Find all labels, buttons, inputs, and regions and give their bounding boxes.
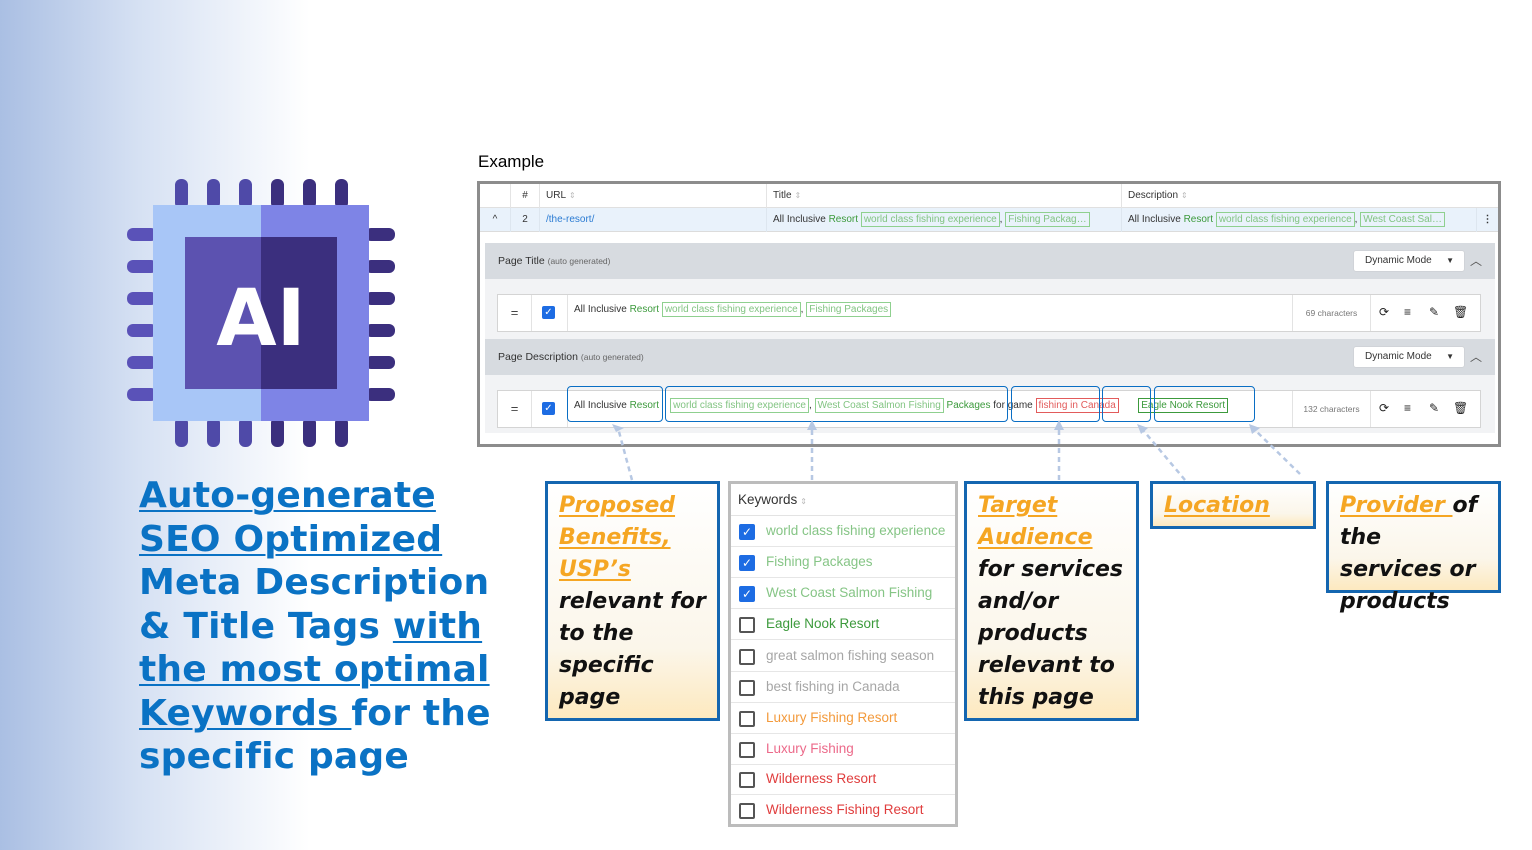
col-title[interactable]: Title ⇕	[766, 184, 1121, 208]
location-callout: Location	[1150, 481, 1316, 529]
audience-callout: Target Audience for services and/or prod…	[964, 481, 1139, 721]
row-collapse-icon[interactable]: ^	[480, 208, 510, 232]
ai-chip-icon: AI	[127, 179, 395, 447]
caret-down-icon: ▼	[1446, 352, 1454, 361]
keyword-row[interactable]: best fishing in Canada	[731, 672, 955, 703]
row-number: 2	[510, 208, 539, 232]
keyword-label: Wilderness Resort	[766, 771, 877, 786]
keyword-row[interactable]: ✓ world class fishing experience	[731, 516, 955, 547]
keyword-label: Fishing Packages	[766, 554, 873, 569]
segment-outline-location	[1102, 386, 1151, 422]
keywords-header[interactable]: Keywords ⇕	[731, 484, 955, 516]
row-menu-icon[interactable]: ⋮	[1476, 208, 1498, 232]
keyword-checkbox[interactable]	[739, 742, 755, 758]
pencil-icon[interactable]: ✎	[1429, 401, 1439, 415]
chip-logo-text: AI	[216, 274, 305, 364]
page-title-row: = ✓ All Inclusive Resort world class fis…	[497, 294, 1481, 332]
caret-down-icon: ▼	[1446, 256, 1454, 265]
keyword-label: West Coast Salmon Fishing	[766, 585, 933, 600]
keyword-label: Wilderness Fishing Resort	[766, 802, 924, 817]
title-char-count: 69 characters	[1292, 295, 1370, 331]
headline: Auto-generate SEO Optimized Meta Descrip…	[139, 474, 499, 779]
keyword-checkbox[interactable]	[739, 803, 755, 819]
description-checkbox[interactable]: ✓	[542, 402, 555, 415]
keyword-label: Eagle Nook Resort	[766, 616, 880, 631]
provider-callout: Provider of the services or products	[1326, 481, 1501, 614]
col-url[interactable]: URL ⇕	[539, 184, 766, 208]
refresh-icon[interactable]: ⟳	[1379, 305, 1389, 319]
keyword-checkbox[interactable]	[739, 617, 755, 633]
keyword-label: world class fishing experience	[766, 523, 946, 538]
keyword-checkbox[interactable]	[739, 711, 755, 727]
example-label: Example	[478, 152, 545, 171]
trash-icon[interactable]: 🗑	[1453, 305, 1468, 319]
page-title-label: Page Title (auto generated)	[498, 255, 611, 267]
keyword-checkbox[interactable]: ✓	[739, 524, 755, 540]
page-title-header: Page Title (auto generated) Dynamic Mode…	[485, 243, 1495, 279]
keyword-label: Luxury Fishing Resort	[766, 710, 898, 725]
keyword-row[interactable]: Wilderness Fishing Resort	[731, 795, 955, 826]
sort-icon[interactable]: ⇕	[1181, 184, 1188, 208]
description-actions: ⟳ ≡ ✎ 🗑	[1370, 391, 1480, 427]
benefits-callout: Proposed Benefits, USP’s relevant for to…	[545, 481, 720, 721]
trash-icon[interactable]: 🗑	[1453, 401, 1468, 415]
keyword-label: great salmon fishing season	[766, 648, 935, 663]
table-header: # URL ⇕ Title ⇕ Description ⇕	[480, 184, 1498, 208]
title-checkbox[interactable]: ✓	[542, 306, 555, 319]
headline-part-1: Auto-generate SEO Optimized	[139, 475, 443, 560]
keyword-row[interactable]: Eagle Nook Resort	[731, 609, 955, 640]
row-description: All Inclusive Resort world class fishing…	[1121, 208, 1476, 232]
keyword-row[interactable]: Luxury Fishing Resort	[731, 703, 955, 734]
keywords-panel: Keywords ⇕ ✓ world class fishing experienc…	[728, 481, 958, 827]
keyword-checkbox[interactable]	[739, 772, 755, 788]
keyword-checkbox[interactable]: ✓	[739, 555, 755, 571]
keyword-checkbox[interactable]	[739, 680, 755, 696]
drag-handle-icon[interactable]: =	[498, 295, 532, 331]
segment-outline-audience	[1011, 386, 1100, 422]
keyword-label: Luxury Fishing	[766, 741, 854, 756]
row-title: All Inclusive Resort world class fishing…	[766, 208, 1121, 232]
title-actions: ⟳ ≡ ✎ 🗑	[1370, 295, 1480, 331]
col-description[interactable]: Description ⇕	[1121, 184, 1476, 208]
keyword-row[interactable]: Wilderness Resort	[731, 764, 955, 795]
segment-outline-provider	[1154, 386, 1255, 422]
page-description-header: Page Description (auto generated) Dynami…	[485, 339, 1495, 375]
table-row[interactable]: ^ 2 /the-resort/ All Inclusive Resort wo…	[480, 208, 1498, 232]
keyword-row[interactable]: ✓ Fishing Packages	[731, 547, 955, 578]
dynamic-mode-select[interactable]: Dynamic Mode ▼	[1354, 347, 1464, 367]
keyword-row[interactable]: great salmon fishing season	[731, 641, 955, 672]
slide: AI Auto-generate SEO Optimized Meta Desc…	[0, 0, 1532, 850]
page-title-section: Page Title (auto generated) Dynamic Mode…	[485, 243, 1495, 339]
keyword-checkbox[interactable]: ✓	[739, 586, 755, 602]
keyword-label: best fishing in Canada	[766, 679, 900, 694]
refresh-icon[interactable]: ⟳	[1379, 401, 1389, 415]
page-title-text[interactable]: All Inclusive Resort world class fishing…	[567, 295, 1291, 331]
col-num: #	[510, 184, 539, 208]
sort-icon[interactable]: ⇕	[800, 486, 807, 518]
list-icon[interactable]: ≡	[1404, 401, 1411, 415]
pencil-icon[interactable]: ✎	[1429, 305, 1439, 319]
sort-icon[interactable]: ⇕	[569, 184, 576, 208]
page-description-label: Page Description (auto generated)	[498, 351, 644, 363]
keyword-row[interactable]: ✓ West Coast Salmon Fishing	[731, 578, 955, 609]
description-char-count: 132 characters	[1292, 391, 1370, 427]
chevron-up-icon[interactable]: ︿	[1470, 252, 1482, 269]
drag-handle-icon[interactable]: =	[498, 391, 532, 427]
row-url[interactable]: /the-resort/	[539, 208, 766, 232]
keyword-row[interactable]: Luxury Fishing	[731, 734, 955, 765]
list-icon[interactable]: ≡	[1404, 305, 1411, 319]
dynamic-mode-select[interactable]: Dynamic Mode ▼	[1354, 251, 1464, 271]
keyword-checkbox[interactable]	[739, 649, 755, 665]
segment-outline-benefit-1	[567, 386, 663, 422]
sort-icon[interactable]: ⇕	[795, 184, 802, 208]
chevron-up-icon[interactable]: ︿	[1470, 348, 1482, 365]
segment-outline-benefit-2	[665, 386, 1008, 422]
